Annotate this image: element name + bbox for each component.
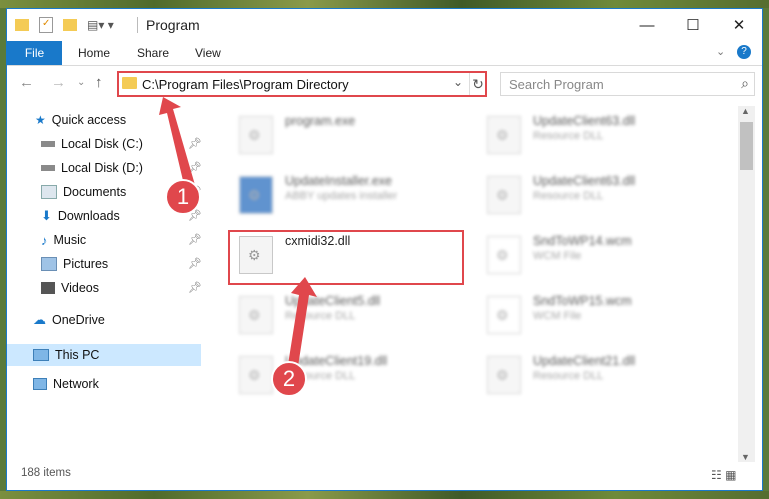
step-marker-1: 1 [165, 179, 201, 215]
desktop-background [0, 0, 769, 8]
explorer-window: ✓ ▤▾ ▾ Program — ☐ ✕ File Home Share Vie… [6, 8, 763, 491]
step-marker-2: 2 [271, 361, 307, 397]
annotation-arrows [159, 97, 317, 373]
desktop-background [0, 491, 769, 499]
arrow-2 [287, 277, 317, 373]
arrow-1 [159, 97, 195, 189]
